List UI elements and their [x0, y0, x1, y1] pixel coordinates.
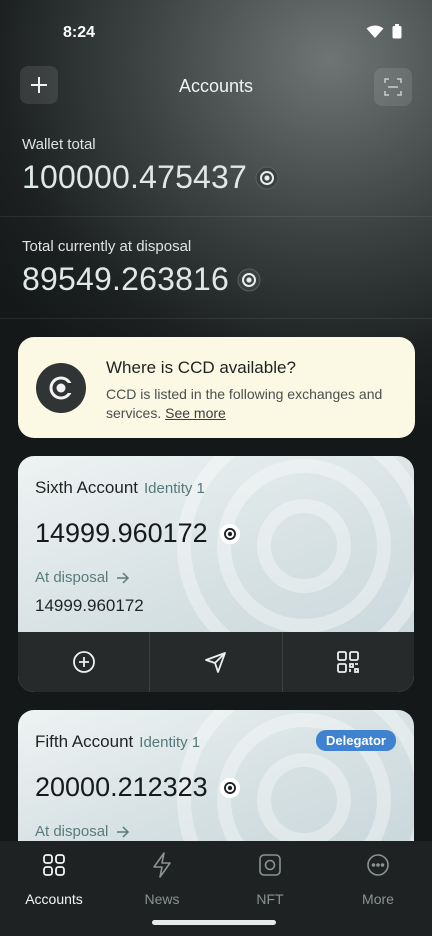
disposal-total: Total currently at disposal 89549.263816: [22, 238, 261, 298]
at-disposal-text: At disposal: [35, 569, 109, 586]
delegator-badge: Delegator: [316, 730, 396, 751]
nav-item-nft[interactable]: NFT: [230, 851, 310, 907]
divider: [0, 216, 432, 217]
nft-icon: [230, 851, 310, 879]
header: Accounts: [0, 66, 432, 106]
nav-label: More: [362, 891, 394, 907]
account-balance: 14999.960172: [35, 518, 208, 548]
account-name-row: Sixth Account Identity 1: [35, 478, 205, 498]
disposal-total-label: Total currently at disposal: [22, 238, 192, 255]
grid-icon: [14, 851, 94, 879]
account-balance-row: 20000.212323: [35, 772, 242, 803]
nav-item-news[interactable]: News: [122, 851, 202, 907]
wallet-total-value-row: 100000.475437: [22, 159, 279, 196]
at-disposal-text: At disposal: [35, 823, 109, 840]
qr-code-icon: [337, 651, 360, 673]
battery-icon: [392, 24, 402, 39]
at-disposal-label[interactable]: At disposal: [35, 823, 130, 840]
disposal-total-value-row: 89549.263816: [22, 261, 261, 298]
status-time: 8:24: [63, 24, 96, 41]
ccd-icon: [218, 522, 242, 546]
nav-item-more[interactable]: More: [338, 851, 418, 907]
account-name: Sixth Account: [35, 478, 139, 497]
more-icon: [338, 851, 418, 879]
receive-qr-button[interactable]: [283, 632, 414, 692]
nav-label: News: [144, 891, 180, 907]
status-icons: [366, 24, 402, 39]
at-disposal-label[interactable]: At disposal: [35, 569, 130, 586]
at-disposal-value: 14999.960172: [35, 596, 144, 615]
ccd-icon: [255, 166, 279, 190]
wallet-total-label: Wallet total: [22, 136, 96, 153]
divider: [0, 318, 432, 319]
scan-icon: [384, 78, 402, 96]
ccd-icon: [218, 776, 242, 800]
lightning-icon: [122, 851, 202, 879]
ccd-logo-icon: [36, 363, 86, 413]
send-button[interactable]: [150, 632, 283, 692]
account-card[interactable]: Sixth Account Identity 1 14999.960172 At …: [18, 456, 414, 692]
disposal-total-value: 89549.263816: [22, 261, 230, 297]
account-identity: Identity 1: [139, 734, 201, 751]
plus-circle-icon: [72, 651, 95, 673]
nav-label: Accounts: [25, 891, 83, 907]
see-more-link[interactable]: See more: [165, 405, 226, 421]
send-icon: [205, 652, 226, 673]
add-funds-button[interactable]: [18, 632, 151, 692]
page-title: Accounts: [178, 76, 254, 96]
account-balance: 20000.212323: [35, 772, 208, 802]
account-name: Fifth Account: [35, 732, 134, 751]
account-name-row: Fifth Account Identity 1: [35, 732, 200, 752]
wifi-icon: [366, 25, 384, 38]
status-bar: 8:24: [0, 0, 432, 66]
wallet-total: Wallet total 100000.475437: [22, 136, 279, 196]
info-card-text: CCD is listed in the following exchanges…: [106, 385, 401, 423]
account-identity: Identity 1: [144, 480, 205, 497]
info-card-description: CCD is listed in the following exchanges…: [106, 386, 383, 421]
wallet-total-value: 100000.475437: [22, 159, 248, 195]
account-actions: [18, 632, 414, 692]
home-indicator: [152, 920, 276, 925]
arrow-right-icon: [117, 571, 130, 584]
nav-item-accounts[interactable]: Accounts: [14, 851, 94, 907]
arrow-right-icon: [117, 825, 130, 838]
info-card-title: Where is CCD available?: [106, 358, 296, 377]
account-balance-row: 14999.960172: [35, 518, 242, 549]
ccd-availability-card[interactable]: Where is CCD available? CCD is listed in…: [18, 337, 415, 438]
ccd-icon: [237, 268, 261, 292]
scan-qr-button[interactable]: [374, 68, 412, 106]
nav-label: NFT: [256, 891, 284, 907]
